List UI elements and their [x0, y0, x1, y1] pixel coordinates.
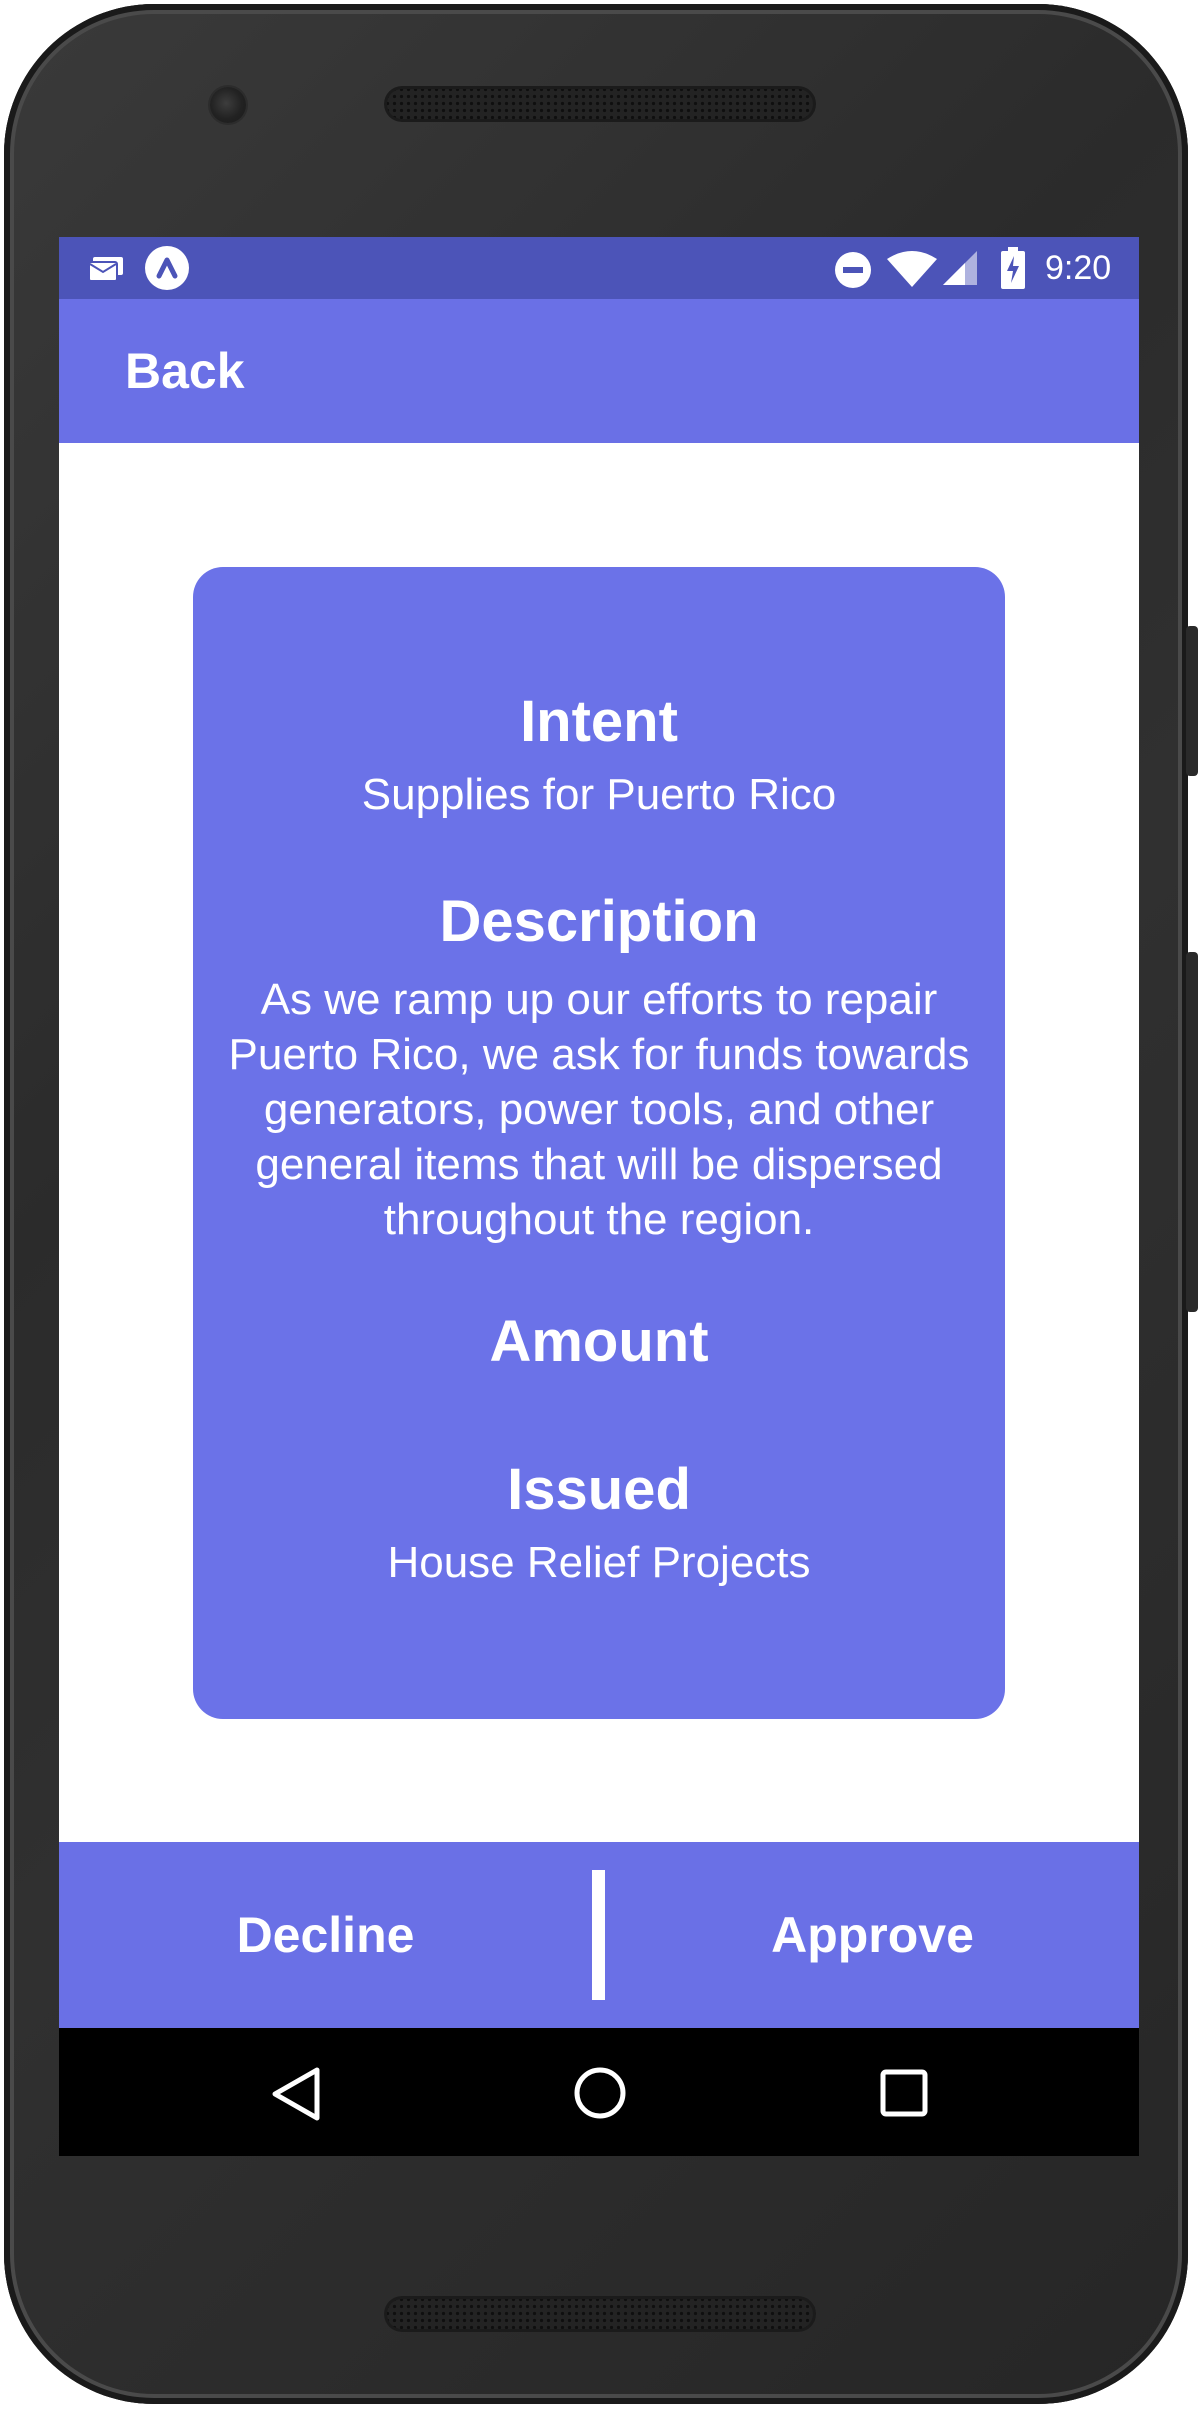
front-camera: [210, 87, 246, 123]
description-label: Description: [439, 889, 759, 954]
issued-label: Issued: [507, 1457, 691, 1522]
description-value: As we ramp up our efforts to repair Puer…: [228, 975, 970, 1244]
cellular-icon: [943, 251, 977, 285]
back-triangle-icon[interactable]: [269, 2066, 323, 2122]
wifi-icon: [887, 251, 937, 287]
status-time: 9:20: [1045, 249, 1112, 287]
app-bar: Back: [59, 299, 1139, 443]
request-card: Intent Supplies for Puerto Rico Descript…: [193, 567, 1005, 1719]
issued-value: House Relief Projects: [387, 1538, 811, 1587]
battery-charging-icon: [1001, 247, 1025, 289]
amount-label: Amount: [489, 1309, 709, 1374]
do-not-disturb-icon: [835, 252, 871, 288]
bottom-speaker-grille: [384, 2296, 816, 2332]
approve-button[interactable]: Approve: [606, 1842, 1139, 2028]
side-volume-button: [1186, 952, 1198, 1312]
navigation-bar: [59, 2028, 1139, 2156]
screen: 9:20 Back Intent Supplies for Puerto Ric…: [59, 237, 1139, 2156]
home-circle-icon[interactable]: [573, 2066, 627, 2120]
recents-square-icon[interactable]: [879, 2068, 929, 2118]
decline-button[interactable]: Decline: [59, 1842, 592, 2028]
action-divider: [592, 1870, 605, 2000]
message-notification-icon: [89, 257, 123, 281]
app-a-icon: [145, 246, 189, 290]
intent-label: Intent: [520, 689, 678, 754]
phone-frame: 9:20 Back Intent Supplies for Puerto Ric…: [4, 4, 1188, 2404]
side-power-button: [1186, 626, 1198, 776]
top-speaker-grille: [384, 86, 816, 122]
back-button[interactable]: Back: [125, 341, 245, 401]
status-bar: 9:20: [59, 237, 1139, 299]
action-bar: Decline Approve: [59, 1842, 1139, 2028]
intent-value: Supplies for Puerto Rico: [361, 770, 837, 819]
